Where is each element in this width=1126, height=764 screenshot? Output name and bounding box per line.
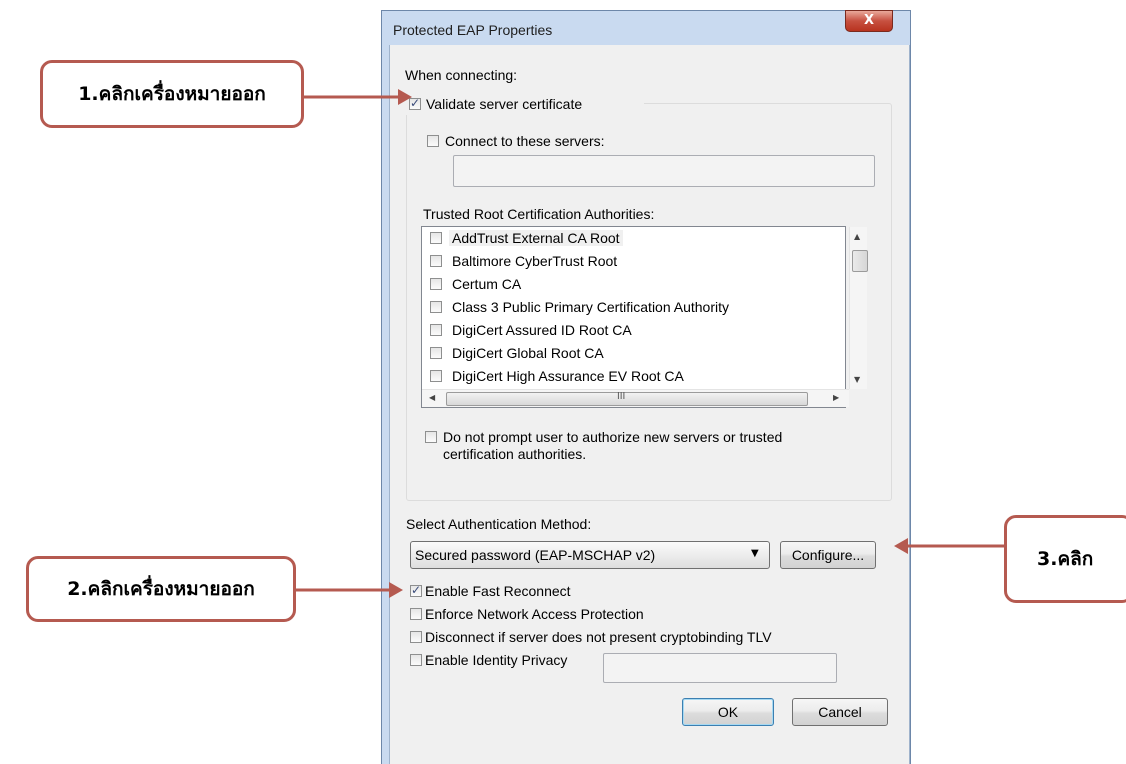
callout-arrow-2-head bbox=[389, 582, 403, 598]
callout-arrows bbox=[296, 89, 1004, 598]
callout-arrow-3-head bbox=[894, 538, 908, 554]
callout-arrow-1-head bbox=[398, 89, 412, 105]
